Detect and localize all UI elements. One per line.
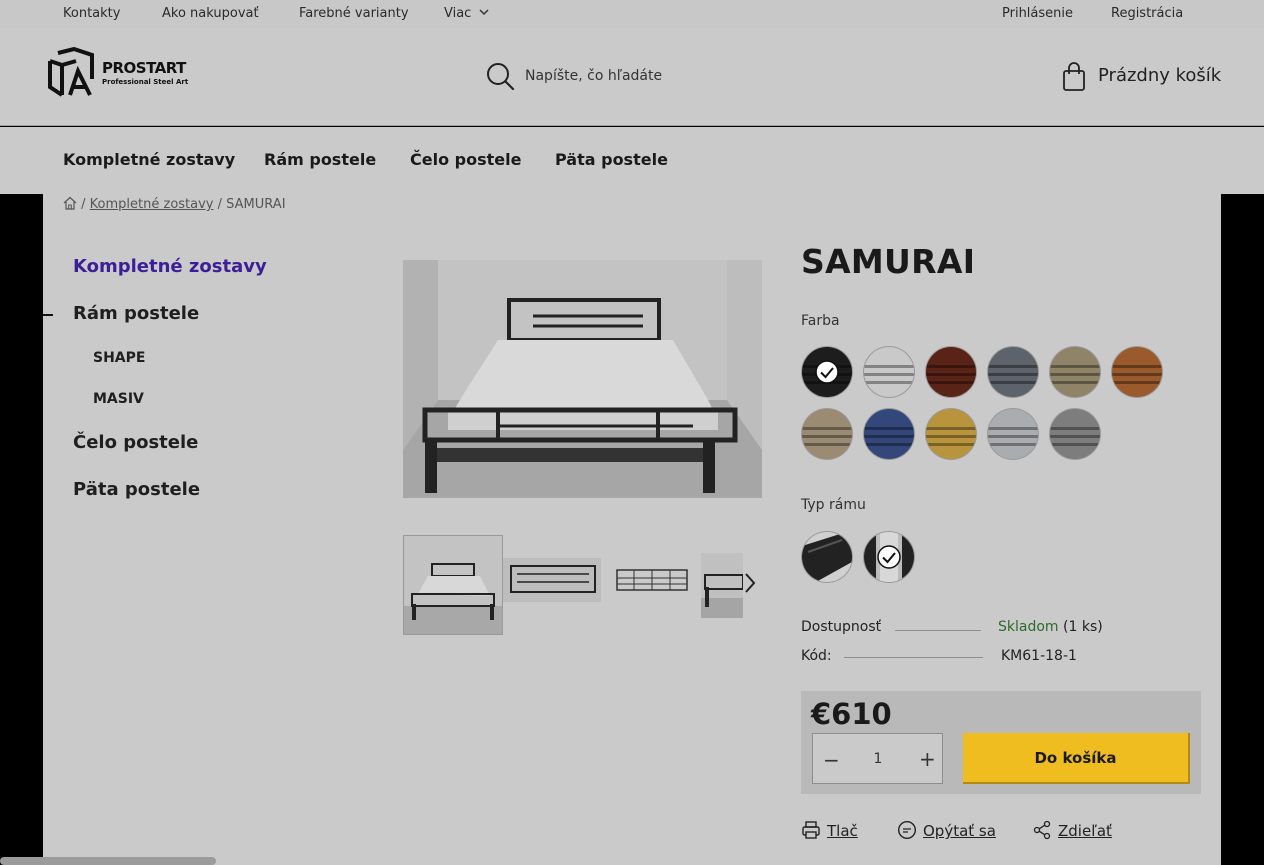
color-sample-icon	[864, 365, 914, 384]
availability-label: Dostupnosť	[801, 619, 882, 635]
search-icon[interactable]	[485, 61, 515, 91]
breadcrumb-current: SAMURAI	[226, 197, 286, 212]
logo-name: PROSTART	[102, 59, 186, 77]
sidebar-item-footboard[interactable]: Päta postele	[73, 479, 200, 500]
breadcrumb-separator: /	[217, 197, 223, 212]
color-sample-icon	[926, 365, 976, 384]
nav-footboard[interactable]: Päta postele	[555, 150, 668, 169]
sidebar-item-shape[interactable]: SHAPE	[93, 350, 145, 366]
frame-type-swatch-angle[interactable]	[802, 532, 852, 582]
quantity-stepper: − 1 +	[812, 733, 943, 784]
top-link-contacts[interactable]: Kontakty	[63, 6, 120, 21]
chevron-right-icon[interactable]	[743, 572, 757, 594]
page-content: / Kompletné zostavy / SAMURAI Kompletné …	[43, 194, 1221, 865]
color-swatch[interactable]	[926, 409, 976, 459]
breadcrumb-category[interactable]: Kompletné zostavy	[90, 197, 214, 212]
color-swatch[interactable]	[802, 409, 852, 459]
color-sample-icon	[1050, 365, 1100, 384]
color-swatch[interactable]	[988, 409, 1038, 459]
shopping-bag-icon	[1063, 62, 1085, 91]
product-thumbnail[interactable]	[503, 558, 601, 602]
top-link-color-variants[interactable]: Farebné varianty	[299, 6, 409, 21]
divider	[844, 657, 983, 658]
price: €610	[811, 697, 892, 731]
logo-mark-icon	[48, 47, 94, 97]
code-value: KM61-18-1	[1001, 648, 1077, 664]
color-swatch[interactable]	[1112, 347, 1162, 397]
sidebar-item-bed-frame[interactable]: Rám postele	[73, 303, 199, 324]
chat-bubble-icon	[897, 820, 917, 840]
code-label: Kód:	[801, 648, 832, 664]
increase-quantity-button[interactable]: +	[919, 747, 936, 771]
header: PROSTART Professional Steel Art Prázdny …	[0, 28, 1264, 126]
color-swatch[interactable]	[864, 347, 914, 397]
logo-tagline: Professional Steel Art	[102, 78, 189, 86]
share-icon	[1033, 820, 1051, 840]
checkmark-icon	[815, 360, 839, 384]
expanded-marker-icon	[43, 314, 53, 316]
color-swatch[interactable]	[864, 409, 914, 459]
share-link[interactable]: Zdieľať	[1032, 820, 1112, 840]
horizontal-scrollbar[interactable]	[0, 857, 216, 865]
add-to-cart-button[interactable]: Do košíka	[963, 733, 1190, 784]
nav-headboard[interactable]: Čelo postele	[410, 150, 521, 169]
login-link[interactable]: Prihlásenie	[1002, 6, 1073, 21]
availability-value: Skladom (1 ks)	[998, 619, 1103, 635]
divider	[895, 630, 981, 631]
home-icon[interactable]	[63, 196, 77, 210]
decrease-quantity-button[interactable]: −	[823, 748, 840, 772]
cart-label: Prázdny košík	[1098, 65, 1222, 86]
color-label: Farba	[801, 313, 840, 329]
color-sample-icon	[1112, 365, 1162, 384]
frame-type-swatch-round[interactable]	[864, 532, 914, 582]
chevron-down-icon	[479, 9, 490, 16]
checkmark-icon	[877, 545, 901, 569]
cart-button[interactable]: Prázdny košík	[1062, 61, 1242, 93]
color-sample-icon	[1050, 427, 1100, 446]
quantity-value[interactable]: 1	[869, 751, 887, 767]
breadcrumb: / Kompletné zostavy / SAMURAI	[63, 196, 286, 212]
ask-label: Opýtať sa	[923, 822, 996, 840]
nav-complete-sets[interactable]: Kompletné zostavy	[63, 150, 235, 169]
color-swatch[interactable]	[1050, 409, 1100, 459]
stock-status: Skladom	[998, 619, 1059, 635]
nav-bed-frame[interactable]: Rám postele	[264, 150, 376, 169]
sidebar-item-masiv[interactable]: MASIV	[93, 391, 144, 407]
printer-icon	[802, 821, 820, 839]
color-sample-icon	[988, 365, 1038, 384]
ask-link[interactable]: Opýtať sa	[897, 820, 996, 840]
logo[interactable]: PROSTART Professional Steel Art	[46, 47, 189, 99]
search-box	[485, 61, 785, 91]
breadcrumb-separator: /	[81, 197, 86, 212]
color-sample-icon	[802, 427, 852, 446]
color-swatch[interactable]	[802, 347, 852, 397]
color-swatch[interactable]	[988, 347, 1038, 397]
product-thumbnail[interactable]	[616, 568, 688, 596]
color-swatch[interactable]	[926, 347, 976, 397]
share-label: Zdieľať	[1058, 822, 1112, 840]
product-title: SAMURAI	[801, 242, 976, 281]
search-input[interactable]	[525, 65, 775, 87]
color-swatch[interactable]	[1050, 347, 1100, 397]
top-link-how-to-buy[interactable]: Ako nakupovať	[162, 6, 259, 21]
print-link[interactable]: Tlač	[801, 820, 858, 840]
product-thumbnail[interactable]	[403, 535, 503, 635]
color-sample-icon	[926, 427, 976, 446]
sidebar-item-complete-sets[interactable]: Kompletné zostavy	[73, 256, 267, 277]
color-sample-icon	[864, 427, 914, 446]
stock-quantity: (1 ks)	[1063, 619, 1103, 635]
product-thumbnail[interactable]	[701, 553, 743, 618]
product-main-image[interactable]	[403, 260, 762, 498]
top-link-more[interactable]: Viac	[444, 6, 490, 21]
color-sample-icon	[988, 427, 1038, 446]
print-label: Tlač	[827, 822, 858, 840]
top-link-more-label: Viac	[444, 6, 472, 21]
register-link[interactable]: Registrácia	[1111, 6, 1183, 21]
top-bar: Kontakty Ako nakupovať Farebné varianty …	[0, 0, 1264, 28]
category-nav: Kompletné zostavy Rám postele Čelo poste…	[0, 127, 1264, 194]
frame-type-label: Typ rámu	[801, 497, 866, 513]
purchase-box: €610 − 1 + Do košíka	[801, 691, 1201, 794]
sidebar-item-headboard[interactable]: Čelo postele	[73, 432, 198, 453]
